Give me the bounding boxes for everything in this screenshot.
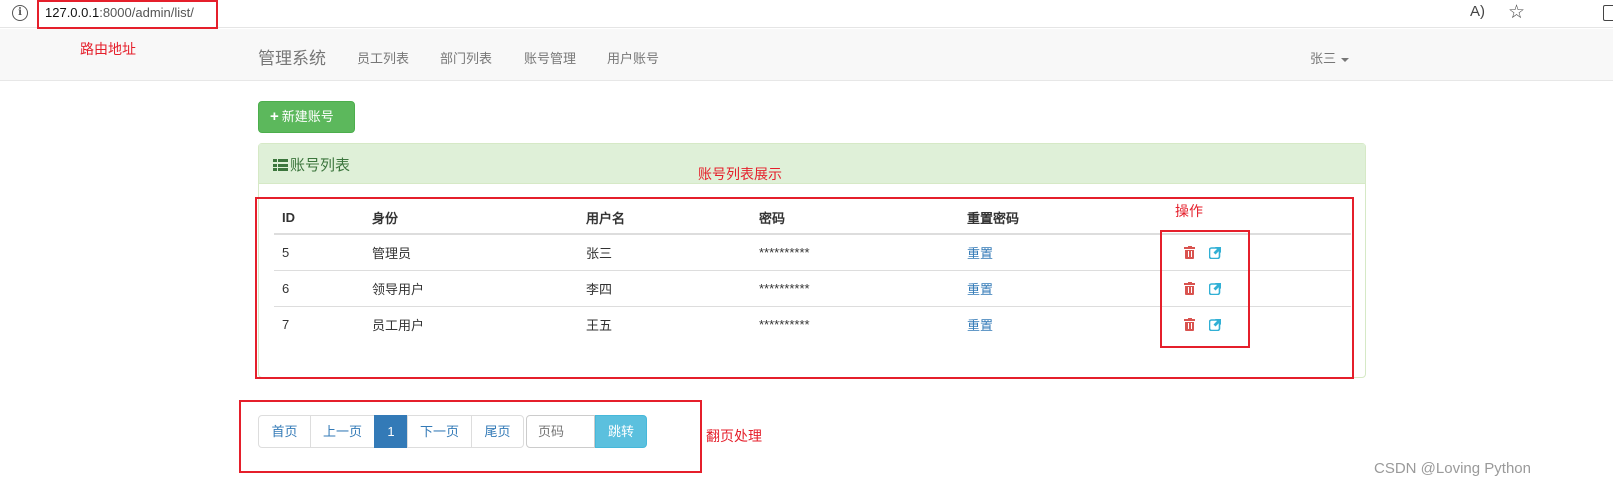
panel-heading: 账号列表 xyxy=(259,144,1365,184)
favorite-star-icon[interactable]: ☆ xyxy=(1508,1,1525,23)
browser-address-bar: i 127.0.0.1:8000/admin/list/ A) ☆ xyxy=(0,0,1613,28)
user-name: 张三 xyxy=(1310,51,1337,66)
panel-title: 账号列表 xyxy=(290,157,351,174)
brand-title[interactable]: 管理系统 xyxy=(258,44,326,69)
annotation-paging: 翻页处理 xyxy=(706,428,762,444)
read-aloud-icon[interactable]: A) xyxy=(1470,3,1485,20)
new-account-label: 新建账号 xyxy=(281,109,334,124)
annotation-actions: 操作 xyxy=(1175,203,1203,219)
list-icon xyxy=(273,159,288,171)
annotation-box-pagination xyxy=(239,400,702,473)
nav-item-user-account[interactable]: 用户账号 xyxy=(607,48,659,67)
annotation-list-display: 账号列表展示 xyxy=(698,166,782,182)
watermark: CSDN @Loving Python xyxy=(1374,460,1531,477)
annotation-box-actions xyxy=(1160,230,1250,348)
nav-item-employee-list[interactable]: 员工列表 xyxy=(357,48,409,67)
nav-item-account-management[interactable]: 账号管理 xyxy=(524,48,576,67)
user-dropdown[interactable]: 张三 xyxy=(1310,48,1350,67)
collections-icon[interactable] xyxy=(1603,5,1613,21)
caret-down-icon xyxy=(1341,57,1350,62)
annotation-box-route xyxy=(37,0,218,29)
site-info-icon[interactable]: i xyxy=(12,5,28,21)
top-navbar: 管理系统 员工列表 部门列表 账号管理 用户账号 张三 xyxy=(0,29,1613,81)
plus-icon: + xyxy=(270,108,279,125)
annotation-route: 路由地址 xyxy=(80,41,136,57)
nav-item-department-list[interactable]: 部门列表 xyxy=(440,48,492,67)
new-account-button[interactable]: + 新建账号 xyxy=(258,101,355,133)
